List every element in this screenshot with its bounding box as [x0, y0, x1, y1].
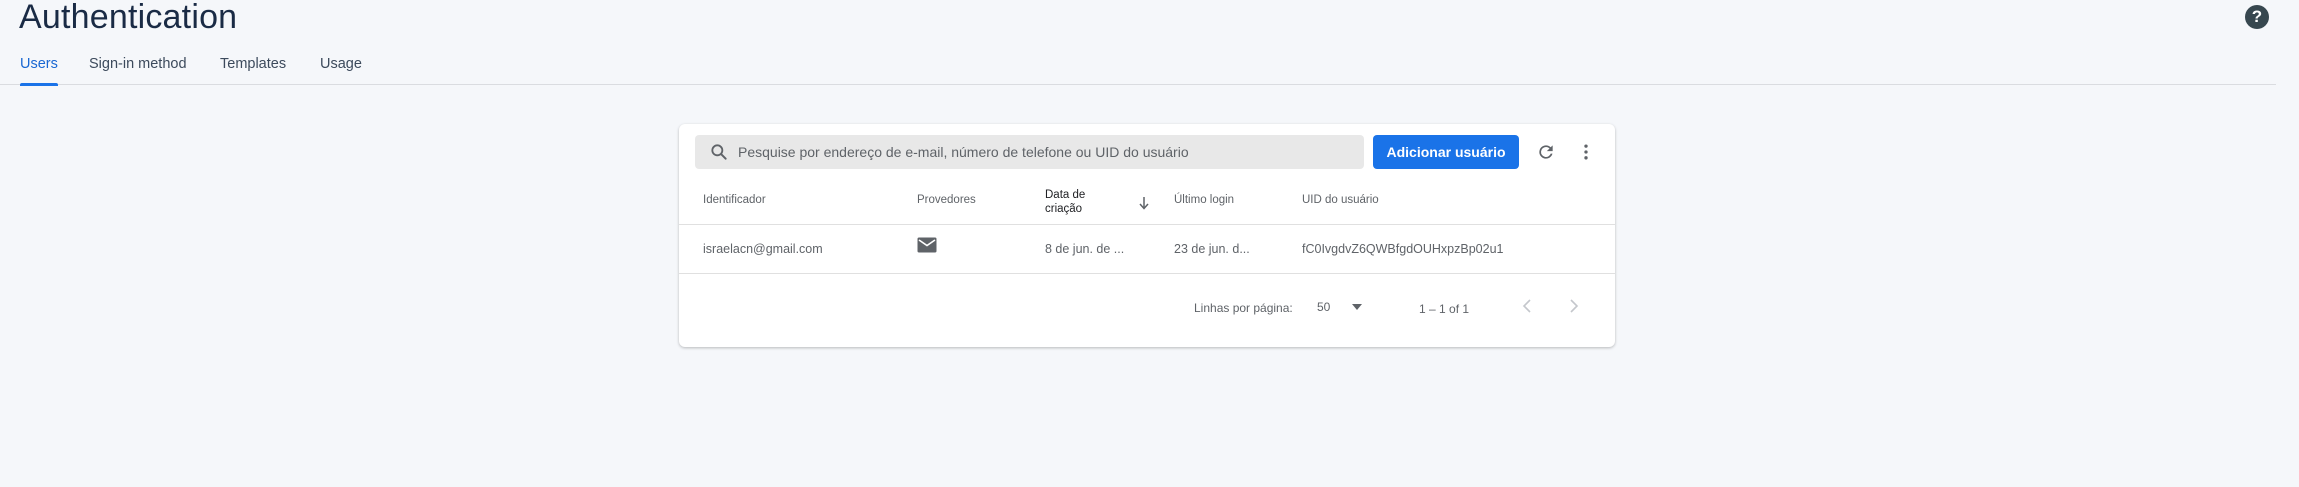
- cell-last-login: 23 de jun. d...: [1174, 242, 1250, 256]
- column-header-providers[interactable]: Provedores: [917, 194, 976, 206]
- tab-sign-in-method[interactable]: Sign-in method: [89, 56, 187, 85]
- rows-per-page-label: Linhas por página:: [1194, 301, 1293, 315]
- page-title: Authentication: [19, 0, 238, 36]
- more-vert-icon[interactable]: [1575, 141, 1597, 163]
- rows-per-page-select[interactable]: 50: [1315, 296, 1375, 318]
- tab-templates[interactable]: Templates: [220, 56, 286, 85]
- cell-identifier: israelacn@gmail.com: [703, 242, 823, 256]
- row-divider: [679, 273, 1615, 274]
- column-header-created[interactable]: Data de criação: [1045, 188, 1091, 216]
- caret-down-icon: [1352, 304, 1363, 310]
- add-user-button[interactable]: Adicionar usuário: [1373, 135, 1519, 169]
- header-divider: [679, 224, 1615, 225]
- column-header-last-login[interactable]: Último login: [1174, 194, 1234, 206]
- tab-bar: Users Sign-in method Templates Usage: [0, 52, 2276, 86]
- tab-usage[interactable]: Usage: [320, 56, 362, 85]
- search-box[interactable]: [695, 135, 1364, 169]
- tab-users[interactable]: Users: [20, 56, 58, 86]
- search-icon: [711, 144, 727, 160]
- sort-descending-icon[interactable]: [1138, 196, 1150, 210]
- column-header-uid[interactable]: UID do usuário: [1302, 194, 1379, 206]
- cell-created: 8 de jun. de ...: [1045, 242, 1125, 256]
- chevron-left-icon[interactable]: [1519, 298, 1535, 314]
- cell-uid: fC0IvgdvZ6QWBfgdOUHxpzBp02u1: [1302, 242, 1504, 256]
- pagination-range: 1 – 1 of 1: [1419, 302, 1470, 316]
- users-card: Adicionar usuário Identificador Provedor…: [679, 124, 1615, 347]
- refresh-icon[interactable]: [1535, 141, 1557, 163]
- search-input[interactable]: [738, 144, 1338, 160]
- rows-per-page-value: 50: [1317, 300, 1331, 314]
- help-icon[interactable]: ?: [2245, 5, 2269, 29]
- chevron-right-icon[interactable]: [1566, 298, 1582, 314]
- column-header-identifier[interactable]: Identificador: [703, 194, 766, 206]
- mail-icon: [917, 237, 937, 253]
